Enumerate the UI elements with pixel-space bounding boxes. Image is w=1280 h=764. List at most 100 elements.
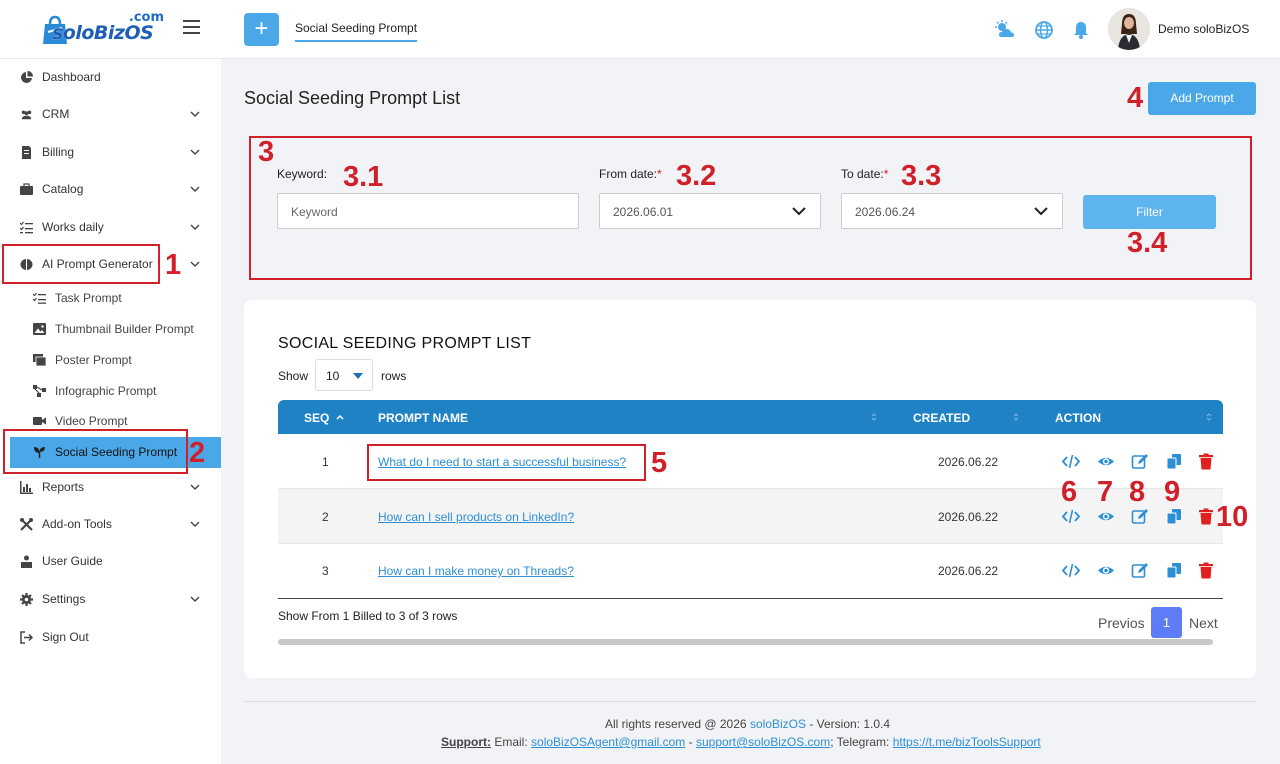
sidebar-subitem-label: Poster Prompt xyxy=(55,353,132,367)
new-tab-button[interactable]: + xyxy=(244,13,279,46)
menu-toggle-icon[interactable] xyxy=(183,20,200,34)
edit-icon[interactable] xyxy=(1131,508,1149,525)
column-header-action: ACTION xyxy=(1055,411,1101,425)
sort-icon[interactable] xyxy=(870,412,878,422)
horizontal-scrollbar[interactable] xyxy=(278,639,1213,645)
column-header-prompt-name[interactable]: PROMPT NAME xyxy=(378,411,468,425)
chevron-down-icon xyxy=(190,149,200,155)
briefcase-icon xyxy=(20,183,33,195)
table-row: 3 How can I make money on Threads? 2026.… xyxy=(278,543,1223,598)
annotation-number: 9 xyxy=(1164,476,1181,508)
chevron-down-icon xyxy=(1034,207,1048,216)
pagination-next[interactable]: Next xyxy=(1189,615,1218,631)
support-email-link-1[interactable]: soloBizOSAgent@gmail.com xyxy=(531,735,685,749)
sidebar-subitem-thumbnail-builder-prompt[interactable]: Thumbnail Builder Prompt xyxy=(0,315,221,343)
sort-icon[interactable] xyxy=(1205,412,1213,422)
from-date-label: From date:* xyxy=(599,167,662,181)
prompt-name-link[interactable]: How can I make money on Threads? xyxy=(378,564,574,578)
user-guide-icon xyxy=(21,555,32,568)
code-icon[interactable] xyxy=(1061,562,1081,579)
annotation-number: 3.1 xyxy=(343,161,384,193)
pagination-previous[interactable]: Previos xyxy=(1098,615,1145,631)
sidebar-item-label: AI Prompt Generator xyxy=(42,257,153,271)
tab-social-seeding-prompt[interactable]: Social Seeding Prompt xyxy=(295,21,418,42)
edit-icon[interactable] xyxy=(1131,453,1149,470)
footer-brand-link[interactable]: soloBizOS xyxy=(750,717,806,731)
dropdown-arrow-icon xyxy=(353,373,363,379)
logo[interactable]: .com soloBizOS xyxy=(38,8,166,48)
chevron-down-icon xyxy=(190,111,200,117)
prompt-name-link[interactable]: What do I need to start a successful bus… xyxy=(378,455,626,469)
column-header-seq[interactable]: SEQ xyxy=(304,411,329,425)
row-created: 2026.06.22 xyxy=(938,564,999,578)
bell-icon[interactable] xyxy=(1070,19,1092,41)
keyword-label: Keyword: xyxy=(277,167,328,181)
row-created: 2026.06.22 xyxy=(938,455,999,469)
sidebar-item-catalog[interactable]: Catalog xyxy=(0,174,221,204)
brain-icon xyxy=(20,259,33,270)
eye-icon[interactable] xyxy=(1097,508,1115,525)
user-name[interactable]: Demo soloBizOS xyxy=(1158,22,1249,36)
task-list-icon xyxy=(33,292,46,304)
rows-per-page-select[interactable]: 10 xyxy=(315,359,373,391)
filter-button[interactable]: Filter xyxy=(1083,195,1216,229)
sidebar-subitem-infographic-prompt[interactable]: Infographic Prompt xyxy=(0,377,221,405)
sidebar-item-works-daily[interactable]: Works daily xyxy=(0,212,221,242)
column-header-created[interactable]: CREATED xyxy=(913,411,970,425)
avatar[interactable] xyxy=(1108,8,1150,50)
sidebar-item-settings[interactable]: Settings xyxy=(0,584,221,614)
sidebar-item-user-guide[interactable]: User Guide xyxy=(0,546,221,576)
code-icon[interactable] xyxy=(1061,508,1081,525)
sidebar-item-sign-out[interactable]: Sign Out xyxy=(0,622,221,652)
sidebar-item-label: Reports xyxy=(42,480,85,494)
sidebar-item-add-on-tools[interactable]: Add-on Tools xyxy=(0,509,221,539)
support-email-link-2[interactable]: support@soloBizOS.com xyxy=(696,735,830,749)
sort-asc-icon[interactable] xyxy=(336,413,344,423)
add-prompt-button[interactable]: Add Prompt xyxy=(1148,82,1256,115)
sidebar-item-billing[interactable]: Billing xyxy=(0,137,221,167)
users-icon xyxy=(21,110,32,120)
copy-icon[interactable] xyxy=(1165,453,1183,470)
edit-icon[interactable] xyxy=(1131,562,1149,579)
sidebar-item-crm[interactable]: CRM xyxy=(0,99,221,129)
sidebar-subitem-poster-prompt[interactable]: Poster Prompt xyxy=(0,346,221,374)
globe-icon[interactable] xyxy=(1033,19,1055,41)
trash-icon[interactable] xyxy=(1197,453,1215,470)
row-seq: 3 xyxy=(322,564,329,578)
sidebar-item-label: Add-on Tools xyxy=(42,517,112,531)
telegram-link[interactable]: https://t.me/bizToolsSupport xyxy=(893,735,1041,749)
trash-icon[interactable] xyxy=(1197,508,1215,525)
eye-icon[interactable] xyxy=(1097,562,1115,579)
prompt-name-link[interactable]: How can I sell products on LinkedIn? xyxy=(378,510,574,524)
copy-icon[interactable] xyxy=(1165,508,1183,525)
from-date-field[interactable]: 2026.06.01 xyxy=(599,193,821,229)
user-photo-icon xyxy=(1108,8,1150,50)
code-icon[interactable] xyxy=(1061,453,1081,470)
sidebar-subitem-task-prompt[interactable]: Task Prompt xyxy=(0,284,221,312)
sidebar-item-reports[interactable]: Reports xyxy=(0,472,221,502)
sidebar-item-label: Settings xyxy=(42,592,86,606)
sidebar-item-label: Billing xyxy=(42,145,75,159)
eye-icon[interactable] xyxy=(1097,453,1115,470)
to-date-label: To date:* xyxy=(841,167,889,181)
poster-icon xyxy=(33,354,46,366)
tools-icon xyxy=(20,518,33,531)
chevron-down-icon xyxy=(190,261,200,267)
sidebar-item-ai-prompt-generator[interactable]: AI Prompt Generator xyxy=(0,249,221,279)
sort-icon[interactable] xyxy=(1012,412,1020,422)
sidebar-item-dashboard[interactable]: Dashboard xyxy=(0,62,221,92)
footer-divider xyxy=(244,701,1256,702)
sidebar-subitem-video-prompt[interactable]: Video Prompt xyxy=(0,407,221,435)
annotation-number: 8 xyxy=(1129,476,1146,508)
copy-icon[interactable] xyxy=(1165,562,1183,579)
checklist-icon xyxy=(20,221,33,234)
video-icon xyxy=(33,417,46,425)
invoice-icon xyxy=(22,146,31,159)
annotation-number: 3.2 xyxy=(676,160,717,192)
row-seq: 2 xyxy=(322,510,329,524)
pagination-page-1[interactable]: 1 xyxy=(1151,607,1182,638)
keyword-input[interactable]: Keyword xyxy=(277,193,579,229)
trash-icon[interactable] xyxy=(1197,562,1215,579)
weather-icon[interactable] xyxy=(994,19,1016,41)
to-date-field[interactable]: 2026.06.24 xyxy=(841,193,1063,229)
